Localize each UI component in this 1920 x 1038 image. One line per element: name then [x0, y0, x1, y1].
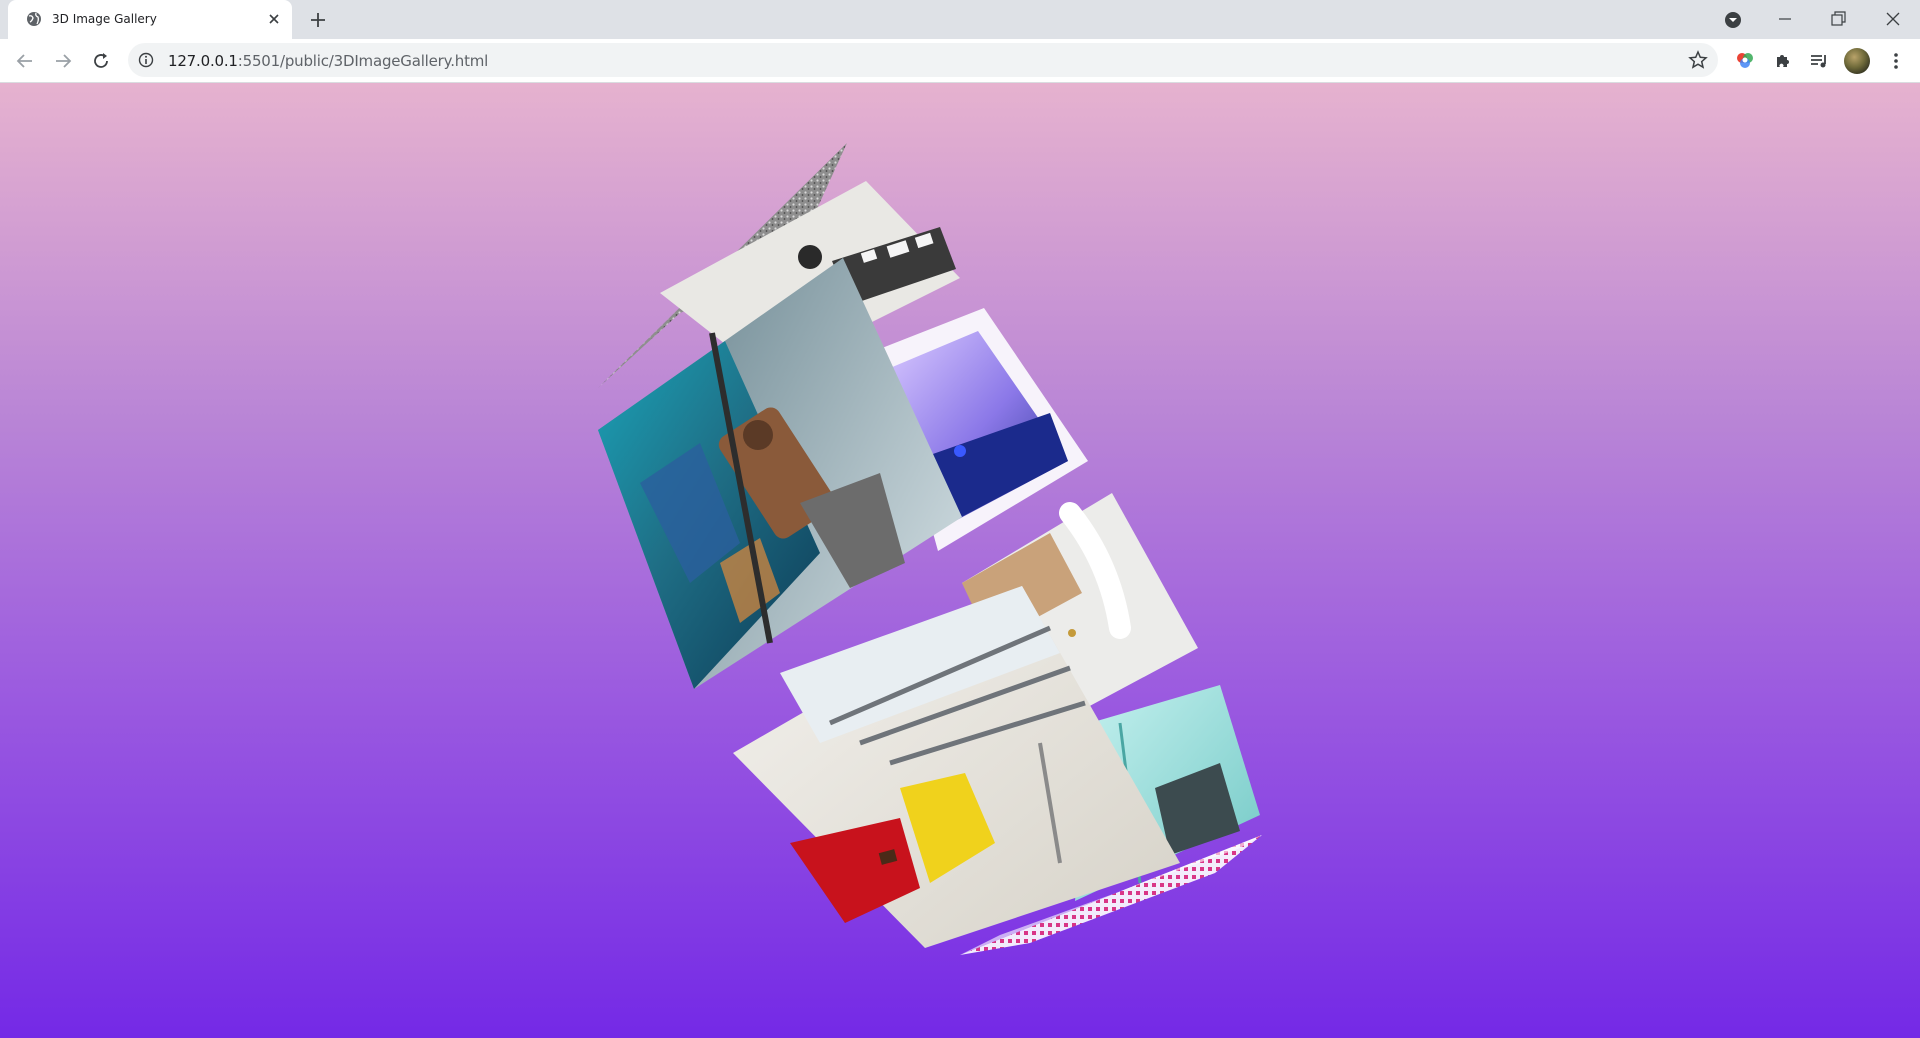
close-icon[interactable] [266, 11, 282, 27]
plus-icon[interactable] [307, 9, 329, 31]
url-host: 127.0.0.1 [168, 52, 238, 70]
reload-icon[interactable] [90, 50, 112, 72]
star-icon[interactable] [1688, 50, 1708, 70]
address-bar[interactable]: 127.0.0.1:5501/public/3DImageGallery.htm… [128, 43, 1718, 77]
close-window-icon[interactable] [1882, 8, 1904, 30]
image-gallery [598, 143, 1262, 955]
back-arrow-icon[interactable] [14, 50, 36, 72]
more-vert-icon[interactable] [1885, 50, 1907, 72]
page-content [0, 83, 1920, 1038]
tab-search-icon[interactable] [1723, 10, 1743, 30]
avatar[interactable] [1844, 48, 1870, 74]
browser-toolbar: 127.0.0.1:5501/public/3DImageGallery.htm… [0, 39, 1920, 82]
playlist-icon[interactable] [1808, 50, 1830, 72]
extension-color-icon[interactable] [1734, 50, 1756, 72]
info-icon[interactable] [138, 52, 154, 68]
url-path: :5501/public/3DImageGallery.html [237, 52, 489, 70]
browser-tab[interactable]: 3D Image Gallery [8, 0, 292, 39]
url-text: 127.0.0.1:5501/public/3DImageGallery.htm… [168, 52, 488, 70]
restore-icon[interactable] [1827, 8, 1849, 30]
puzzle-icon[interactable] [1772, 50, 1794, 72]
tab-strip: 3D Image Gallery [0, 0, 1920, 39]
forward-arrow-icon[interactable] [52, 50, 74, 72]
minimize-icon[interactable] [1774, 8, 1796, 30]
photo-muralist[interactable] [598, 258, 962, 689]
tab-title: 3D Image Gallery [52, 12, 157, 26]
globe-icon [27, 12, 41, 26]
